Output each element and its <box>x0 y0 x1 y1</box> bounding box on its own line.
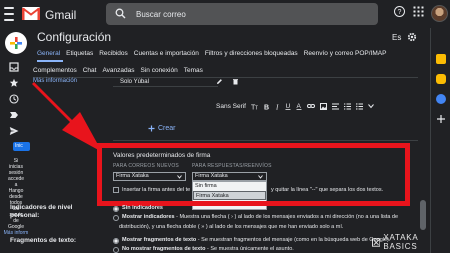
xataka-watermark: XATAKA BASICS <box>372 233 450 251</box>
keep-icon[interactable] <box>436 74 446 84</box>
hangouts-promo: Si inicias sesión accede a Hango desde t… <box>3 158 29 236</box>
active-tab-indicator <box>37 60 63 62</box>
tab-labels[interactable]: Etiquetas <box>66 50 93 57</box>
input-tools-button[interactable]: Es <box>392 33 401 42</box>
plus-icon <box>148 125 155 132</box>
font-family-select[interactable]: Sans Serif <box>216 103 246 110</box>
bold-icon[interactable]: B <box>264 103 270 110</box>
show-indicators-label: Mostrar indicadores <box>122 214 175 220</box>
bulleted-list-icon[interactable] <box>356 102 363 110</box>
numbered-list-icon[interactable] <box>344 103 351 110</box>
show-indicators-description: - Muestra una flecha ( › ) al lado de lo… <box>174 214 399 220</box>
tab-filters[interactable]: Filtros y direcciones bloqueadas <box>205 50 298 57</box>
tab-advanced[interactable]: Avanzadas <box>102 67 134 74</box>
svg-text:U: U <box>286 103 291 110</box>
no-snippets-description: - Se muestra únicamente el asunto. <box>205 246 294 252</box>
watermark-text: XATAKA BASICS <box>383 233 419 251</box>
scrollbar[interactable] <box>420 80 426 250</box>
gmail-logo-icon[interactable] <box>22 7 40 20</box>
link-icon[interactable] <box>307 103 315 109</box>
show-indicators-radio[interactable] <box>113 214 119 221</box>
tab-chat[interactable]: Chat <box>83 67 97 74</box>
no-snippets-label: No mostrar fragmentos de texto <box>122 246 206 252</box>
compose-plus-icon <box>10 37 22 49</box>
italic-icon[interactable]: I <box>275 103 280 110</box>
highlight-arrow-icon <box>32 82 102 152</box>
account-avatar[interactable] <box>431 5 448 22</box>
signature-name[interactable]: Solo Yúbal <box>120 79 149 85</box>
no-indicators-radio[interactable] <box>113 205 119 212</box>
tab-general[interactable]: General <box>37 50 60 57</box>
tab-accounts[interactable]: Cuentas e importación <box>134 50 199 57</box>
sent-icon[interactable] <box>9 126 19 136</box>
snoozed-icon[interactable] <box>9 94 19 104</box>
edit-pencil-icon[interactable] <box>216 78 223 85</box>
tasks-icon[interactable] <box>436 94 446 104</box>
svg-text:T: T <box>255 105 258 110</box>
svg-text:?: ? <box>398 9 402 16</box>
scrollbar-thumb[interactable] <box>420 200 426 230</box>
signature-editor-toolbar: Sans Serif TT B I U A <box>216 102 374 110</box>
show-snippets-radio[interactable] <box>113 237 119 244</box>
text-color-icon[interactable]: A <box>296 102 302 110</box>
starred-icon[interactable] <box>9 78 19 88</box>
page-title: Configuración <box>37 30 112 44</box>
settings-gear-icon[interactable] <box>407 32 417 42</box>
hangouts-status-badge[interactable]: Inic <box>13 142 30 151</box>
no-indicators-option[interactable]: Sin indicadores <box>113 205 413 212</box>
add-addon-icon[interactable] <box>436 114 446 124</box>
inbox-icon[interactable] <box>9 62 19 72</box>
search-bar[interactable] <box>106 3 378 25</box>
underline-icon[interactable]: U <box>285 102 291 110</box>
show-indicators-description-continued: distribución), y una flecha doble ( » ) … <box>119 224 419 231</box>
apps-grid-icon[interactable] <box>413 6 424 17</box>
indicators-section-label: Indicadores de nivel personal: <box>10 204 73 219</box>
app-title: Gmail <box>45 8 77 22</box>
create-signature-button[interactable]: Crear <box>148 125 176 132</box>
align-icon[interactable] <box>332 103 339 110</box>
font-size-icon[interactable]: TT <box>251 103 259 110</box>
promo-more-info-link[interactable]: Más inform <box>3 230 29 236</box>
svg-text:B: B <box>264 104 269 110</box>
image-icon[interactable] <box>320 102 327 110</box>
tab-inbox[interactable]: Recibidos <box>99 50 128 57</box>
settings-tabs-row-1: General Etiquetas Recibidos Cuentas e im… <box>37 50 386 57</box>
signature-list-panel <box>113 86 218 99</box>
important-icon[interactable] <box>9 110 19 120</box>
tab-addons[interactable]: Complementos <box>33 67 77 74</box>
tab-forwarding[interactable]: Reenvío y correo POP/IMAP <box>304 50 387 57</box>
search-input[interactable] <box>136 7 366 21</box>
create-signature-label: Crear <box>158 125 176 132</box>
settings-tabs-row-2: Complementos Chat Avanzadas Sin conexión… <box>33 67 203 74</box>
right-side-panel <box>430 28 450 253</box>
svg-text:A: A <box>297 103 302 110</box>
section-divider <box>113 140 418 141</box>
xataka-logo-icon <box>372 237 381 247</box>
show-snippets-option[interactable]: Mostrar fragmentos de texto - Se muestra… <box>113 237 413 244</box>
search-icon[interactable] <box>115 8 126 19</box>
no-indicators-label: Sin indicadores <box>122 205 163 211</box>
show-snippets-label: Mostrar fragmentos de texto <box>122 237 197 243</box>
tab-themes[interactable]: Temas <box>184 67 203 74</box>
highlight-frame <box>97 143 410 206</box>
top-bar: Gmail ? <box>0 0 450 28</box>
show-indicators-option[interactable]: Mostrar indicadores - Muestra una flecha… <box>113 214 413 221</box>
main-menu-icon[interactable] <box>4 7 14 21</box>
svg-text:I: I <box>275 103 279 110</box>
more-formatting-icon[interactable] <box>368 103 374 109</box>
show-indicators-description-line2: distribución), y una flecha doble ( » ) … <box>119 224 344 230</box>
snippets-section-label: Fragmentos de texto: <box>10 237 77 244</box>
calendar-icon[interactable] <box>436 54 446 64</box>
no-snippets-radio[interactable] <box>113 246 119 253</box>
show-snippets-description: - Se muestran fragmentos del mensaje (co… <box>196 237 391 243</box>
compose-button[interactable] <box>5 32 27 54</box>
no-snippets-option[interactable]: No mostrar fragmentos de texto - Se mues… <box>113 246 413 253</box>
help-icon[interactable]: ? <box>394 6 405 17</box>
tab-offline[interactable]: Sin conexión <box>141 67 178 74</box>
delete-trash-icon[interactable] <box>232 78 239 85</box>
